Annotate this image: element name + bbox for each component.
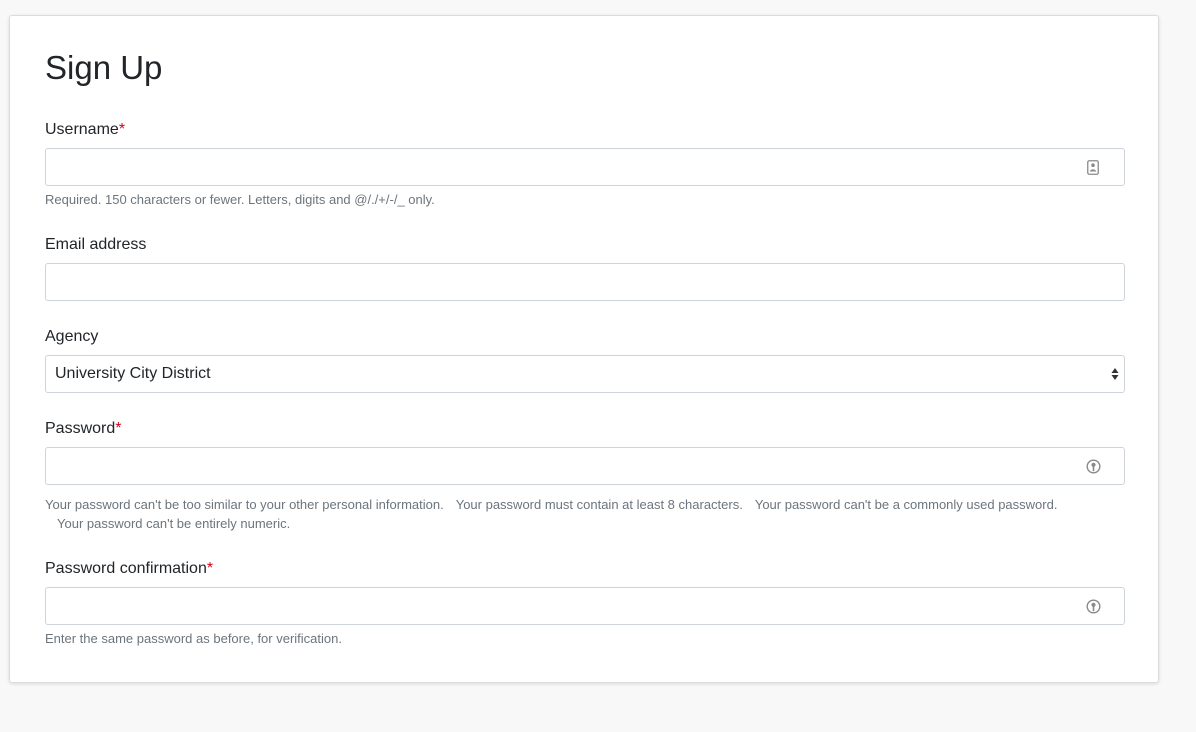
password-help-item: Your password must contain at least 8 ch… [455,497,743,512]
contact-card-icon[interactable] [1085,159,1101,175]
username-help: Required. 150 characters or fewer. Lette… [45,192,435,207]
password-confirmation-help: Enter the same password as before, for v… [45,631,342,646]
password-label-text: Password [45,420,116,437]
password-help-item: Your password can't be a commonly used p… [754,497,1058,512]
password-label: Password* [45,419,121,439]
select-arrows-icon [1110,366,1120,382]
username-input[interactable] [46,149,1066,185]
email-field[interactable] [45,263,1125,301]
agency-select[interactable]: University City District [45,355,1125,393]
password-help: Your password can't be too similar to yo… [45,495,1065,533]
password-help-item: Your password can't be too similar to yo… [45,497,444,512]
password-confirmation-label: Password confirmation* [45,559,213,579]
username-field[interactable] [45,148,1125,186]
agency-label: Agency [45,328,99,345]
agency-selected-value: University City District [55,365,211,382]
username-label: Username* [45,120,125,140]
password-key-icon[interactable] [1085,458,1101,474]
email-input[interactable] [46,264,1066,300]
password-input[interactable] [46,448,1066,484]
required-asterisk: * [118,121,126,138]
username-label-text: Username [45,121,119,138]
email-label: Email address [45,236,147,253]
password-help-item: Your password can't be entirely numeric. [57,516,291,531]
password-confirmation-field[interactable] [45,587,1125,625]
password-field[interactable] [45,447,1125,485]
password-confirmation-input[interactable] [46,588,1066,624]
password-key-icon[interactable] [1085,598,1101,614]
signup-card: Sign Up Username* Required. 150 characte… [9,15,1159,683]
page-title: Sign Up [45,49,163,86]
required-asterisk: * [206,560,214,577]
required-asterisk: * [115,420,122,437]
password-confirmation-label-text: Password confirmation [45,560,207,577]
